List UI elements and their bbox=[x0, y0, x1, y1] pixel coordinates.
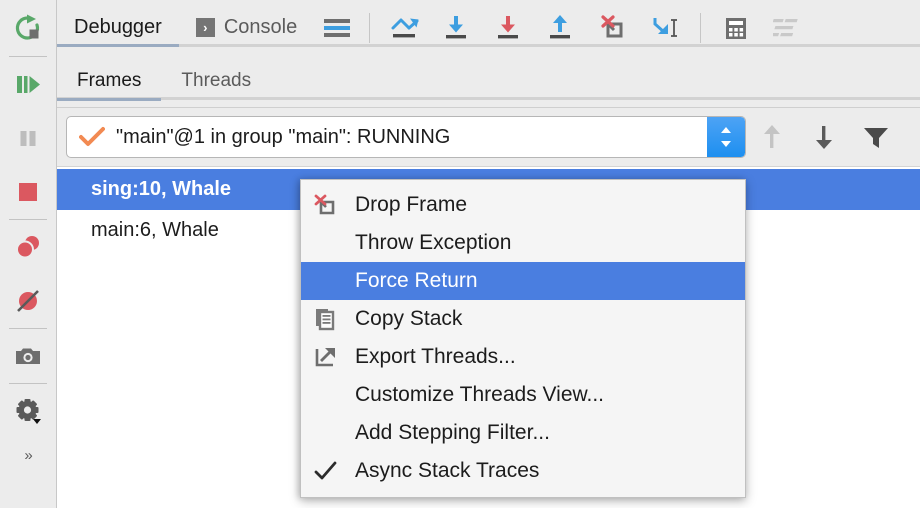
drop-frame-icon bbox=[597, 12, 629, 44]
frame-label: sing:10, Whale bbox=[91, 178, 232, 200]
frames-context-menu: Drop Frame Throw Exception Force Return bbox=[300, 179, 746, 498]
frame-label: main:6, Whale bbox=[91, 219, 219, 241]
step-into-button[interactable] bbox=[483, 0, 535, 55]
stop-icon bbox=[13, 177, 43, 207]
thread-selector-row: "main"@1 in group "main": RUNNING bbox=[57, 108, 920, 167]
show-execution-point-button[interactable] bbox=[379, 0, 431, 55]
stop-button[interactable] bbox=[0, 165, 57, 219]
drop-frame-button[interactable] bbox=[587, 0, 639, 55]
menu-item-async-stack-traces[interactable]: Async Stack Traces bbox=[301, 452, 745, 490]
menu-item-label: Export Threads... bbox=[355, 345, 516, 368]
resume-program-icon bbox=[13, 69, 43, 99]
filter-button[interactable] bbox=[850, 108, 902, 167]
resume-program-button[interactable] bbox=[0, 57, 57, 111]
copy-stack-icon bbox=[313, 306, 347, 332]
thread-selector-stepper[interactable] bbox=[707, 117, 745, 157]
thread-selector-value: "main"@1 in group "main": RUNNING bbox=[116, 125, 451, 148]
debugger-toolbar bbox=[314, 0, 814, 55]
settings-list-icon bbox=[773, 15, 803, 41]
toolbar-separator bbox=[700, 12, 702, 43]
debugger-side-toolbar: » bbox=[0, 0, 57, 508]
funnel-icon bbox=[861, 122, 891, 152]
menu-item-label: Drop Frame bbox=[355, 193, 468, 216]
menu-item-copy-stack[interactable]: Copy Stack bbox=[301, 300, 745, 338]
toolbar-separator bbox=[369, 12, 371, 43]
menu-item-customize-threads-view[interactable]: Customize Threads View... bbox=[301, 376, 745, 414]
menu-item-add-stepping-filter[interactable]: Add Stepping Filter... bbox=[301, 414, 745, 452]
pause-program-icon bbox=[13, 123, 43, 153]
mute-breakpoints-button[interactable] bbox=[0, 274, 57, 328]
thread-selector-combo[interactable]: "main"@1 in group "main": RUNNING bbox=[66, 116, 746, 158]
camera-icon bbox=[13, 341, 43, 371]
frames-threads-tab-bar: Frames Threads bbox=[57, 55, 920, 108]
move-up-button[interactable] bbox=[746, 108, 798, 167]
menu-item-label: Async Stack Traces bbox=[355, 459, 540, 482]
menu-item-export-threads[interactable]: Export Threads... bbox=[301, 338, 745, 376]
console-icon: › bbox=[195, 18, 215, 37]
expand-toolbar-button[interactable]: » bbox=[0, 438, 57, 472]
menu-item-icon-placeholder bbox=[313, 268, 347, 294]
layout-icon bbox=[323, 16, 351, 40]
gear-icon bbox=[13, 396, 43, 426]
step-over-icon bbox=[441, 12, 473, 44]
thread-dump-button[interactable] bbox=[0, 329, 57, 383]
tab-threads-label: Threads bbox=[181, 70, 252, 91]
menu-item-label: Force Return bbox=[355, 269, 478, 292]
arrow-down-icon bbox=[811, 122, 837, 152]
tab-threads[interactable]: Threads bbox=[161, 55, 271, 108]
settings-button[interactable] bbox=[0, 384, 57, 438]
step-into-icon bbox=[493, 12, 525, 44]
menu-item-icon-placeholder bbox=[313, 230, 347, 256]
step-over-button[interactable] bbox=[431, 0, 483, 55]
menu-item-icon-placeholder bbox=[313, 382, 347, 408]
step-out-icon bbox=[545, 12, 577, 44]
menu-item-throw-exception[interactable]: Throw Exception bbox=[301, 224, 745, 262]
evaluate-expression-button[interactable] bbox=[710, 0, 762, 55]
menu-item-label: Throw Exception bbox=[355, 231, 512, 254]
debugger-tool-window: » Debugger › Console Frames Threads "mai… bbox=[0, 0, 920, 508]
export-threads-icon bbox=[313, 344, 347, 370]
run-to-cursor-button[interactable] bbox=[639, 0, 691, 55]
tab-debugger-label: Debugger bbox=[74, 16, 162, 38]
layout-settings-button[interactable] bbox=[314, 0, 360, 55]
rerun-button[interactable] bbox=[0, 0, 57, 56]
tab-frames-label: Frames bbox=[77, 70, 142, 91]
check-icon bbox=[313, 458, 347, 484]
tab-frames[interactable]: Frames bbox=[57, 55, 162, 108]
stepper-up-down-icon bbox=[721, 127, 731, 147]
check-icon bbox=[79, 126, 105, 148]
tab-console[interactable]: › Console bbox=[179, 0, 314, 55]
menu-item-label: Customize Threads View... bbox=[355, 383, 605, 406]
tab-debugger[interactable]: Debugger bbox=[57, 0, 179, 55]
view-breakpoints-button[interactable] bbox=[0, 220, 57, 274]
debugger-tab-bar: Debugger › Console bbox=[57, 0, 920, 55]
menu-item-icon-placeholder bbox=[313, 420, 347, 446]
step-out-button[interactable] bbox=[535, 0, 587, 55]
menu-item-drop-frame[interactable]: Drop Frame bbox=[301, 186, 745, 224]
move-down-button[interactable] bbox=[798, 108, 850, 167]
run-to-cursor-icon bbox=[648, 12, 682, 44]
show-execution-point-icon bbox=[389, 12, 421, 44]
view-breakpoints-icon bbox=[13, 232, 43, 262]
pause-program-button[interactable] bbox=[0, 111, 57, 165]
calculator-icon bbox=[721, 13, 751, 43]
menu-item-force-return[interactable]: Force Return bbox=[301, 262, 745, 300]
menu-item-label: Add Stepping Filter... bbox=[355, 421, 550, 444]
settings-list-button[interactable] bbox=[762, 0, 814, 55]
menu-item-label: Copy Stack bbox=[355, 307, 463, 330]
drop-frame-icon bbox=[313, 192, 347, 218]
arrow-up-icon bbox=[759, 122, 785, 152]
mute-breakpoints-icon bbox=[13, 286, 43, 316]
tab-console-label: Console bbox=[223, 16, 298, 38]
rerun-icon bbox=[13, 13, 43, 43]
